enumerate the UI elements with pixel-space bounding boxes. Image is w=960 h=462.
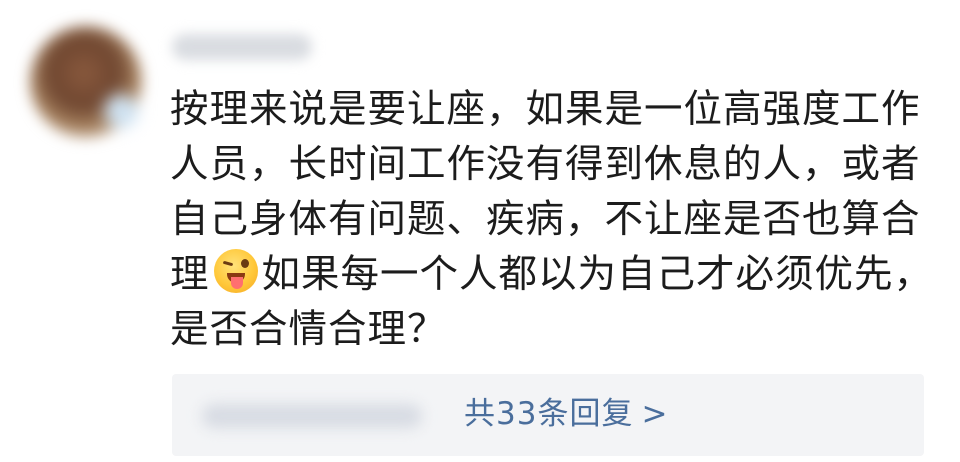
username-blurred[interactable] [172, 34, 312, 60]
avatar-badge [104, 94, 138, 128]
chevron-right-icon: > [641, 396, 669, 432]
comment-text: 按理来说是要让座，如果是一位高强度工作人员，长时间工作没有得到休息的人，或者自己… [170, 82, 950, 357]
view-replies-link[interactable]: 共33条回复 > [464, 394, 668, 434]
comment-text-part-2: 如果每一个人都以为自己才必须优先，是否合情合理？ [170, 252, 934, 352]
reply-preview-blurred [202, 404, 422, 428]
winking-tongue-emoji-icon [213, 249, 258, 293]
replies-panel[interactable]: 共33条回复 > [172, 374, 924, 456]
comment-card: 按理来说是要让座，如果是一位高强度工作人员，长时间工作没有得到休息的人，或者自己… [0, 0, 960, 462]
view-replies-label: 共33条回复 [464, 396, 634, 432]
avatar[interactable] [30, 26, 142, 138]
